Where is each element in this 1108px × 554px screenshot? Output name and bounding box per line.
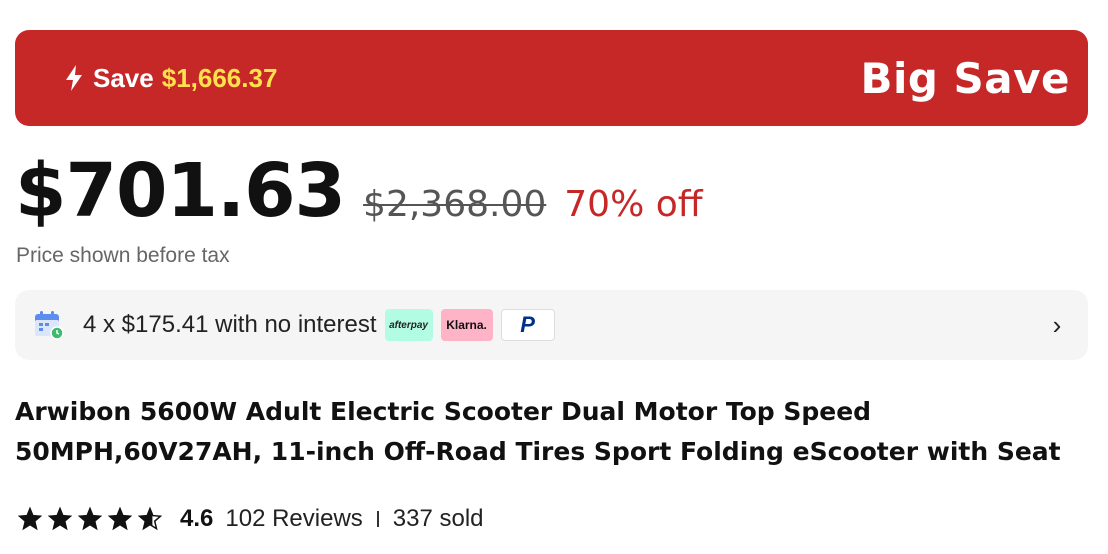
calendar-icon: [35, 311, 64, 340]
star-icon: [78, 507, 102, 531]
star-icon: [138, 507, 162, 531]
big-save-title: Big Save: [860, 53, 1070, 103]
original-price: $2,368.00: [363, 184, 547, 225]
rating-value: 4.6: [180, 505, 214, 532]
paypal-logo: P: [500, 309, 555, 341]
star-icon: [18, 507, 42, 531]
current-price: $701.63: [15, 148, 346, 234]
product-title: Arwibon 5600W Adult Electric Scooter Dua…: [15, 397, 1061, 466]
save-summary: Save $1,666.37: [63, 63, 277, 94]
afterpay-logo: afterpay: [384, 309, 433, 341]
star-icon: [108, 507, 132, 531]
save-label: Save: [93, 62, 154, 93]
installment-bar[interactable]: 4 x $175.41 with no interest afterpay Kl…: [15, 290, 1088, 360]
price-row: $701.63 $2,368.00 70% off: [15, 148, 703, 234]
installment-text: 4 x $175.41 with no interest: [83, 311, 377, 338]
rating-row[interactable]: 4.6 102 Reviews 337 sold: [18, 505, 484, 533]
save-amount: $1,666.37: [161, 62, 278, 93]
chevron-right-icon[interactable]: ›: [1044, 310, 1070, 341]
reviews-link[interactable]: 102 Reviews: [225, 505, 362, 533]
promo-banner: Save $1,666.37 Big Save: [15, 30, 1088, 126]
star-icon: [48, 507, 72, 531]
discount-percent: 70% off: [564, 184, 703, 225]
bolt-icon: [66, 65, 82, 91]
tax-note: Price shown before tax: [16, 244, 230, 267]
divider: [376, 511, 379, 527]
klarna-logo: Klarna.: [440, 309, 493, 341]
star-rating: [18, 507, 162, 531]
sold-count: 337 sold: [392, 505, 484, 532]
